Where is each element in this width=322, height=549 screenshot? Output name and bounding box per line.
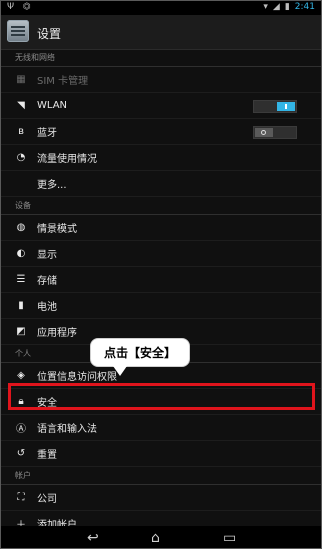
instruction-callout: 点击【安全】: [90, 338, 190, 376]
settings-app-icon[interactable]: [7, 20, 29, 42]
settings-item-sim[interactable]: ▦ SIM 卡管理: [1, 67, 321, 93]
page-title: 设置: [37, 27, 62, 41]
home-icon[interactable]: ⌂: [151, 530, 160, 546]
wifi-icon: ◥: [17, 100, 25, 111]
corporate-icon: ⛶: [17, 492, 25, 503]
settings-item-wlan[interactable]: ◥ WLAN: [1, 93, 321, 119]
settings-item-sound-profile[interactable]: ◍ 情景模式: [1, 215, 321, 241]
settings-item-storage[interactable]: ☰ 存储: [1, 267, 321, 293]
navigation-bar: ↩ ⌂ ▭: [1, 526, 321, 548]
cell-signal-icon: ◢: [272, 2, 280, 12]
wifi-signal-icon: ▾: [263, 2, 268, 12]
status-right: ▾ ◢ ▮ 2:41: [263, 2, 315, 12]
recent-apps-icon[interactable]: ▭: [223, 530, 236, 546]
section-header-device: 设备: [1, 197, 321, 215]
status-bar: Ψ ⏣ ▾ ◢ ▮ 2:41: [1, 1, 321, 15]
back-icon[interactable]: ↩: [87, 530, 99, 546]
security-highlight-box: [8, 383, 315, 410]
settings-item-display[interactable]: ◐ 显示: [1, 241, 321, 267]
settings-item-battery[interactable]: ▮ 电池: [1, 293, 321, 319]
data-usage-icon: ◔: [16, 152, 26, 163]
battery-status-icon: ▮: [284, 2, 290, 12]
storage-icon: ☰: [16, 274, 26, 285]
sim-icon: ▦: [16, 74, 26, 85]
sound-profile-icon: ◍: [16, 222, 26, 233]
section-header-accounts: 帐户: [1, 467, 321, 485]
apps-icon: ◩: [16, 326, 26, 337]
bluetooth-toggle[interactable]: [253, 126, 297, 139]
reset-icon: ↺: [16, 448, 26, 459]
settings-item-reset[interactable]: ↺ 重置: [1, 441, 321, 467]
wlan-toggle[interactable]: [253, 100, 297, 113]
settings-list: 无线和网络 ▦ SIM 卡管理 ◥ WLAN ʙ 蓝牙 ◔ 流量使用情况 更多... 设…: [1, 49, 321, 537]
phone-screen: Ψ ⏣ ▾ ◢ ▮ 2:41 设置 无线和网络 ▦ SIM 卡管理 ◥ WLAN ʙ…: [0, 0, 322, 549]
settings-item-corporate[interactable]: ⛶ 公司: [1, 485, 321, 511]
location-icon: ◈: [17, 370, 25, 381]
action-bar: 设置: [1, 15, 321, 50]
battery-icon: ▮: [18, 300, 24, 311]
section-header-wireless: 无线和网络: [1, 49, 321, 67]
settings-item-more[interactable]: 更多...: [1, 171, 321, 197]
settings-item-language[interactable]: Ⓐ 语言和输入法: [1, 415, 321, 441]
settings-item-bluetooth[interactable]: ʙ 蓝牙: [1, 119, 321, 145]
bluetooth-icon: ʙ: [18, 126, 24, 137]
display-icon: ◐: [16, 248, 26, 259]
language-icon: Ⓐ: [16, 424, 26, 435]
status-time: 2:41: [294, 2, 315, 12]
status-notification-icons: Ψ ⏣: [7, 2, 34, 12]
settings-item-data-usage[interactable]: ◔ 流量使用情况: [1, 145, 321, 171]
